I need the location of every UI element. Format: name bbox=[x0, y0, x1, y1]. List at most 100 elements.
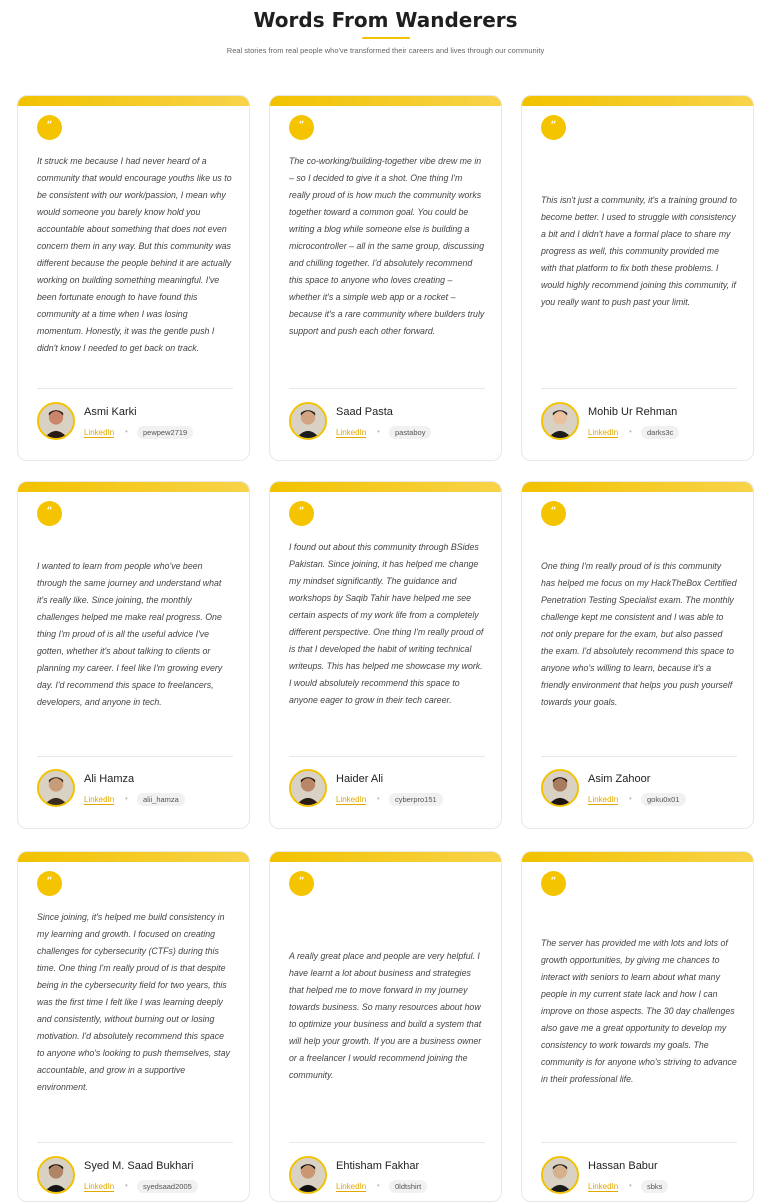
avatar-photo bbox=[39, 404, 73, 438]
username-badge: sbks bbox=[641, 1180, 669, 1193]
testimonial-card: “ A really great place and people are ve… bbox=[269, 851, 502, 1202]
username-badge: darks3c bbox=[641, 426, 680, 439]
reviewer-name: Syed M. Saad Bukhari bbox=[84, 1160, 194, 1172]
card-accent-bar bbox=[18, 96, 249, 106]
username-badge: alii_hamza bbox=[137, 793, 185, 806]
username-badge: cyberpro151 bbox=[389, 793, 443, 806]
testimonial-card: “ It struck me because I had never heard… bbox=[17, 95, 250, 461]
avatar bbox=[37, 1156, 75, 1194]
avatar bbox=[541, 1156, 579, 1194]
linkedin-link[interactable]: LinkedIn bbox=[588, 1182, 619, 1192]
avatar-photo bbox=[291, 771, 325, 805]
card-divider bbox=[289, 1142, 485, 1143]
avatar-photo bbox=[543, 1158, 577, 1192]
avatar bbox=[289, 1156, 327, 1194]
quote-icon: “ bbox=[541, 115, 566, 140]
testimonial-quote: I wanted to learn from people who've bee… bbox=[37, 561, 223, 707]
linkedin-link[interactable]: LinkedIn bbox=[588, 795, 619, 805]
testimonial-card: “ The co-working/building-together vibe … bbox=[269, 95, 502, 461]
title-underline bbox=[362, 37, 410, 39]
quote-icon: “ bbox=[289, 115, 314, 140]
card-divider bbox=[289, 756, 485, 757]
card-accent-bar bbox=[522, 96, 753, 106]
testimonial-quote: I found out about this community through… bbox=[289, 542, 484, 705]
linkedin-link[interactable]: LinkedIn bbox=[336, 795, 367, 805]
testimonial-quote: One thing I'm really proud of is this co… bbox=[541, 561, 737, 707]
username-badge: goku0x01 bbox=[641, 793, 686, 806]
testimonial-quote: This isn't just a community, it's a trai… bbox=[541, 195, 737, 307]
separator-dot: • bbox=[125, 794, 128, 803]
separator-dot: • bbox=[629, 427, 632, 436]
testimonials-grid: “ It struck me because I had never heard… bbox=[17, 95, 754, 1202]
avatar bbox=[37, 402, 75, 440]
card-accent-bar bbox=[18, 852, 249, 862]
section-subtitle: Real stories from real people who've tra… bbox=[226, 46, 545, 55]
username-badge: pastaboy bbox=[389, 426, 432, 439]
separator-dot: • bbox=[629, 1181, 632, 1190]
testimonial-quote: Since joining, it's helped me build cons… bbox=[37, 912, 230, 1092]
separator-dot: • bbox=[125, 427, 128, 436]
card-accent-bar bbox=[270, 482, 501, 492]
card-divider bbox=[541, 756, 737, 757]
testimonial-quote: It struck me because I had never heard o… bbox=[37, 156, 232, 353]
avatar bbox=[541, 769, 579, 807]
card-divider bbox=[541, 1142, 737, 1143]
quote-icon: “ bbox=[37, 115, 62, 140]
quote-icon: “ bbox=[37, 871, 62, 896]
card-divider bbox=[37, 1142, 233, 1143]
separator-dot: • bbox=[377, 427, 380, 436]
avatar bbox=[541, 402, 579, 440]
section-title: Words From Wanderers bbox=[253, 8, 518, 32]
card-accent-bar bbox=[270, 96, 501, 106]
username-badge: syedsaad2005 bbox=[137, 1180, 198, 1193]
quote-icon: “ bbox=[541, 871, 566, 896]
testimonial-card: “ This isn't just a community, it's a tr… bbox=[521, 95, 754, 461]
linkedin-link[interactable]: LinkedIn bbox=[336, 1182, 367, 1192]
linkedin-link[interactable]: LinkedIn bbox=[336, 428, 367, 438]
card-divider bbox=[541, 388, 737, 389]
avatar bbox=[289, 402, 327, 440]
testimonial-card: “ I wanted to learn from people who've b… bbox=[17, 481, 250, 829]
separator-dot: • bbox=[629, 794, 632, 803]
reviewer-name: Asmi Karki bbox=[84, 406, 137, 418]
reviewer-name: Asim Zahoor bbox=[588, 773, 651, 785]
testimonial-card: “ I found out about this community throu… bbox=[269, 481, 502, 829]
card-accent-bar bbox=[522, 852, 753, 862]
quote-icon: “ bbox=[289, 871, 314, 896]
avatar-photo bbox=[39, 1158, 73, 1192]
quote-icon: “ bbox=[289, 501, 314, 526]
username-badge: pewpew2719 bbox=[137, 426, 194, 439]
reviewer-name: Ehtisham Fakhar bbox=[336, 1160, 420, 1172]
testimonial-card: “ Since joining, it's helped me build co… bbox=[17, 851, 250, 1202]
username-badge: 0ldtshirt bbox=[389, 1180, 428, 1193]
card-divider bbox=[37, 756, 233, 757]
card-accent-bar bbox=[522, 482, 753, 492]
separator-dot: • bbox=[377, 794, 380, 803]
reviewer-name: Haider Ali bbox=[336, 773, 384, 785]
testimonial-card: “ One thing I'm really proud of is this … bbox=[521, 481, 754, 829]
reviewer-name: Ali Hamza bbox=[84, 773, 135, 785]
card-divider bbox=[289, 388, 485, 389]
avatar-photo bbox=[543, 404, 577, 438]
testimonial-quote: The co-working/building-together vibe dr… bbox=[289, 156, 485, 336]
avatar-photo bbox=[291, 404, 325, 438]
avatar-photo bbox=[39, 771, 73, 805]
reviewer-name: Hassan Babur bbox=[588, 1160, 658, 1172]
reviewer-name: Saad Pasta bbox=[336, 406, 393, 418]
testimonial-quote: The server has provided me with lots and… bbox=[541, 938, 737, 1084]
avatar bbox=[289, 769, 327, 807]
card-accent-bar bbox=[270, 852, 501, 862]
quote-icon: “ bbox=[541, 501, 566, 526]
card-divider bbox=[37, 388, 233, 389]
quote-icon: “ bbox=[37, 501, 62, 526]
linkedin-link[interactable]: LinkedIn bbox=[84, 1182, 115, 1192]
avatar-photo bbox=[291, 1158, 325, 1192]
avatar bbox=[37, 769, 75, 807]
testimonial-card: “ The server has provided me with lots a… bbox=[521, 851, 754, 1202]
linkedin-link[interactable]: LinkedIn bbox=[84, 428, 115, 438]
linkedin-link[interactable]: LinkedIn bbox=[588, 428, 619, 438]
separator-dot: • bbox=[377, 1181, 380, 1190]
card-accent-bar bbox=[18, 482, 249, 492]
linkedin-link[interactable]: LinkedIn bbox=[84, 795, 115, 805]
reviewer-name: Mohib Ur Rehman bbox=[588, 406, 678, 418]
